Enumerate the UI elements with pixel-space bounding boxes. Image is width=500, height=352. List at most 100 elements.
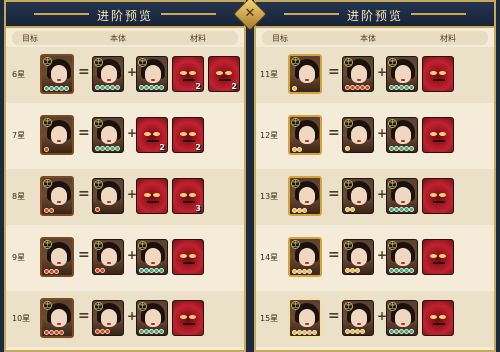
target-hero-card[interactable]: 主 <box>288 115 322 155</box>
demon-mask-material[interactable] <box>136 178 168 214</box>
material-hero-card[interactable]: 主 <box>386 300 418 336</box>
portrait-lips <box>151 79 155 81</box>
base-hero-card[interactable]: 主 <box>92 300 124 336</box>
rank-badge-icon: 主 <box>94 119 103 128</box>
target-hero-card[interactable]: 主 <box>40 298 74 338</box>
rank-badge-icon: 主 <box>138 58 147 67</box>
base-hero-card[interactable]: 主 <box>92 117 124 153</box>
star-pip-icon <box>350 207 355 212</box>
star-level-label: 12星 <box>260 131 279 140</box>
material-hero-card[interactable]: 主 <box>386 239 418 275</box>
rank-badge-icon: 主 <box>43 240 52 249</box>
portrait-lips <box>57 262 61 264</box>
star-level-label: 14星 <box>260 253 279 262</box>
material-hero-card[interactable]: 主 <box>136 56 168 92</box>
target-hero-card[interactable]: 主 <box>40 237 74 277</box>
star-pips <box>345 268 360 273</box>
star-level-label: 10星 <box>12 314 31 323</box>
equals-sign: = <box>328 125 340 141</box>
demon-mask-material[interactable] <box>422 56 454 92</box>
star-pips <box>345 329 365 334</box>
title-bar: 进阶预览 <box>256 2 494 28</box>
material-hero-card[interactable]: 主 <box>386 56 418 92</box>
star-pip-icon <box>409 329 414 334</box>
advancement-row: 12星主 = 主 + 主 <box>256 108 494 164</box>
demon-mask-material[interactable] <box>422 178 454 214</box>
base-hero-card[interactable]: 主 <box>342 239 374 275</box>
advancement-row: 13星主 = 主 + 主 <box>256 169 494 225</box>
material-hero-card[interactable]: 主 <box>386 117 418 153</box>
advancement-row: 10星主 = 主 + 主 <box>6 291 244 347</box>
base-hero-card[interactable]: 主 <box>342 117 374 153</box>
demon-mouth-icon <box>433 262 445 266</box>
material-count: 2 <box>195 143 201 152</box>
target-hero-card[interactable]: 主 <box>288 54 322 94</box>
column-header-row: 目标 本体 材料 <box>262 31 488 45</box>
star-pip-icon <box>360 329 365 334</box>
star-pip-icon <box>59 330 64 335</box>
rank-badge-icon: 主 <box>388 119 397 128</box>
equals-sign: = <box>328 64 340 80</box>
star-level-label: 6星 <box>12 70 26 79</box>
demon-mask-material[interactable]: 2 <box>172 117 204 153</box>
star-pips <box>139 85 164 90</box>
title-bar: 进阶预览 <box>6 2 244 28</box>
demon-eye-icon <box>144 132 151 136</box>
base-hero-card[interactable]: 主 <box>92 56 124 92</box>
star-level-label: 7星 <box>12 131 26 140</box>
target-hero-card[interactable]: 主 <box>288 298 322 338</box>
demon-mask-material[interactable] <box>172 239 204 275</box>
portrait-lips <box>107 201 111 203</box>
portrait-lips <box>401 201 405 203</box>
rank-badge-icon: 主 <box>138 302 147 311</box>
target-hero-card[interactable]: 主 <box>40 54 74 94</box>
portrait-lips <box>401 262 405 264</box>
base-hero-card[interactable]: 主 <box>342 178 374 214</box>
target-hero-card[interactable]: 主 <box>288 237 322 277</box>
equals-sign: = <box>78 186 90 202</box>
base-hero-card[interactable]: 主 <box>342 300 374 336</box>
advancement-row: 6星主 = 主 + 主 2 2 <box>6 47 244 103</box>
star-pip-icon <box>100 268 105 273</box>
portrait-lips <box>305 79 309 81</box>
material-hero-card[interactable]: 主 <box>386 178 418 214</box>
material-hero-card[interactable]: 主 <box>136 300 168 336</box>
demon-mask-material[interactable] <box>422 239 454 275</box>
equals-sign: = <box>78 125 90 141</box>
equals-sign: = <box>78 308 90 324</box>
rank-badge-icon: 主 <box>291 301 300 310</box>
portrait-lips <box>357 140 361 142</box>
base-hero-card[interactable]: 主 <box>92 178 124 214</box>
demon-eye-icon <box>430 193 437 197</box>
header-material: 材料 <box>190 34 206 43</box>
demon-mask-material[interactable]: 2 <box>136 117 168 153</box>
portrait-lips <box>401 79 405 81</box>
target-hero-card[interactable]: 主 <box>288 176 322 216</box>
star-pips <box>389 329 414 334</box>
target-hero-card[interactable]: 主 <box>40 176 74 216</box>
demon-mask-material[interactable]: 2 <box>172 56 204 92</box>
star-pip-icon <box>312 330 317 335</box>
demon-mask-material[interactable] <box>422 117 454 153</box>
star-pips <box>139 329 164 334</box>
advancement-row: 8星主 = 主 +3 <box>6 169 244 225</box>
demon-eye-icon <box>430 71 437 75</box>
demon-mouth-icon <box>183 323 195 327</box>
demon-eye-icon <box>439 193 446 197</box>
demon-mouth-icon <box>183 262 195 266</box>
rank-badge-icon: 主 <box>291 240 300 249</box>
target-hero-card[interactable]: 主 <box>40 115 74 155</box>
header-base: 本体 <box>360 34 376 43</box>
star-pips <box>389 268 414 273</box>
demon-eye-icon <box>189 71 196 75</box>
demon-mask-material[interactable] <box>422 300 454 336</box>
base-hero-card[interactable]: 主 <box>342 56 374 92</box>
star-pips <box>389 85 414 90</box>
panel-title: 进阶预览 <box>346 9 403 23</box>
demon-mask-material[interactable]: 3 <box>172 178 204 214</box>
portrait-lips <box>357 79 361 81</box>
material-hero-card[interactable]: 主 <box>136 239 168 275</box>
demon-mask-material[interactable] <box>172 300 204 336</box>
demon-mask-material[interactable]: 2 <box>208 56 240 92</box>
base-hero-card[interactable]: 主 <box>92 239 124 275</box>
